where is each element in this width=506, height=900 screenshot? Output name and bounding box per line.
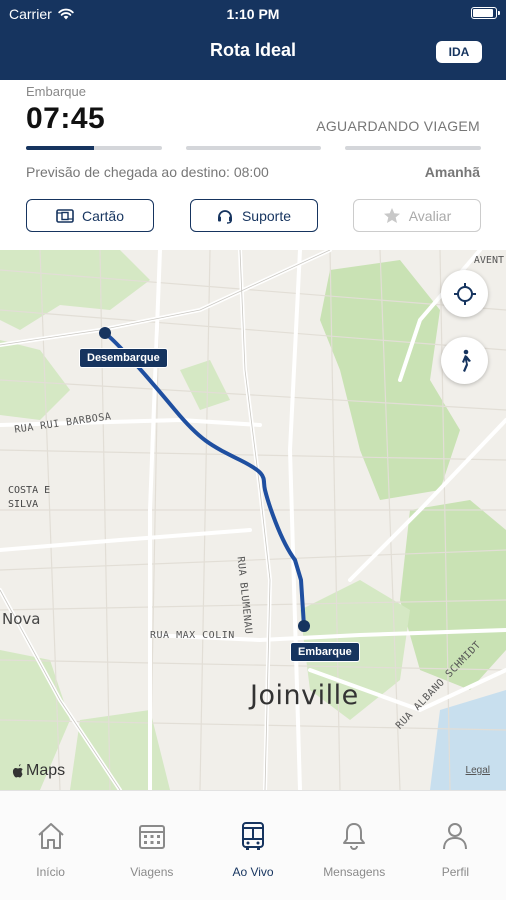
desembarque-label[interactable]: Desembarque (79, 348, 168, 368)
city-label: Joinville (250, 680, 359, 711)
maps-attribution: Maps (12, 762, 65, 780)
tab-label: Perfil (441, 865, 470, 879)
route-line (103, 331, 306, 628)
arrival-forecast: Previsão de chegada ao destino: 08:00 (26, 164, 269, 180)
place-label-avent: AVENT (473, 255, 504, 266)
trip-day: Amanhã (424, 164, 480, 180)
cartao-button[interactable]: Cartão (26, 199, 154, 232)
locate-button[interactable] (441, 270, 488, 317)
headset-icon (217, 209, 232, 224)
tab-label: Viagens (130, 865, 174, 879)
page-title: Rota Ideal (209, 40, 297, 60)
trip-status: AGUARDANDO VIAGEM (316, 118, 480, 134)
bell-icon (343, 823, 366, 850)
avaliar-label: Avaliar (408, 207, 452, 224)
place-label-costa: COSTA E (8, 485, 51, 496)
embarque-label: Embarque (26, 84, 86, 99)
tab-inicio[interactable]: Início (0, 791, 101, 900)
place-label-silva: SILVA (8, 499, 39, 510)
cartao-label: Cartão (81, 207, 125, 224)
progress-segment (26, 146, 162, 150)
tab-label: Ao Vivo (232, 865, 274, 879)
progress-segment (345, 146, 482, 150)
home-icon (37, 823, 64, 849)
status-time: 1:10 PM (226, 6, 280, 22)
tab-label: Início (36, 865, 65, 879)
trip-info-panel: Embarque 07:45 AGUARDANDO VIAGEM Previsã… (0, 80, 506, 250)
battery-icon (471, 7, 500, 19)
calendar-icon (138, 825, 165, 849)
embarque-pin[interactable] (298, 620, 310, 632)
place-label-costa-e-silva: COSTA E SILVA (8, 484, 50, 512)
walk-button[interactable] (441, 337, 488, 384)
tab-ao-vivo[interactable]: Ao Vivo (202, 791, 303, 900)
pedestrian-icon (461, 349, 471, 372)
maps-attribution-text: Maps (26, 762, 66, 779)
embarque-time: 07:45 (26, 102, 106, 135)
suporte-label: Suporte (241, 207, 292, 224)
person-icon (443, 823, 468, 850)
bus-icon (242, 822, 264, 850)
tab-perfil[interactable]: Perfil (405, 791, 506, 900)
street-label-max-colin: RUA MAX COLIN (150, 630, 235, 641)
desembarque-pin[interactable] (99, 327, 111, 339)
direction-badge[interactable]: IDA (436, 41, 482, 63)
progress-segment (185, 146, 322, 150)
star-icon (383, 208, 400, 223)
apple-logo-icon (12, 764, 23, 778)
place-label-nova: Nova (2, 610, 41, 628)
trip-progress (26, 146, 482, 150)
tab-bar: Início Viagens Ao Vivo Mensagens Perfil (0, 790, 506, 900)
crosshair-icon (453, 282, 476, 305)
app-header: Carrier 1:10 PM Rota Ideal IDA (0, 0, 506, 80)
embarque-label-map[interactable]: Embarque (290, 642, 360, 662)
card-icon (56, 208, 74, 223)
suporte-button[interactable]: Suporte (189, 199, 318, 232)
action-buttons: Cartão Suporte Avaliar (26, 199, 481, 232)
tab-viagens[interactable]: Viagens (101, 791, 202, 900)
tab-mensagens[interactable]: Mensagens (304, 791, 405, 900)
legal-link[interactable]: Legal (466, 765, 490, 776)
avaliar-button[interactable]: Avaliar (353, 199, 481, 232)
status-bar: Carrier 1:10 PM (0, 0, 506, 28)
progress-fill (26, 146, 94, 150)
route-map[interactable]: AVENT RUA RUI BARBOSA RUA MAX COLIN RUA … (0, 250, 506, 790)
tab-label: Mensagens (323, 865, 386, 879)
